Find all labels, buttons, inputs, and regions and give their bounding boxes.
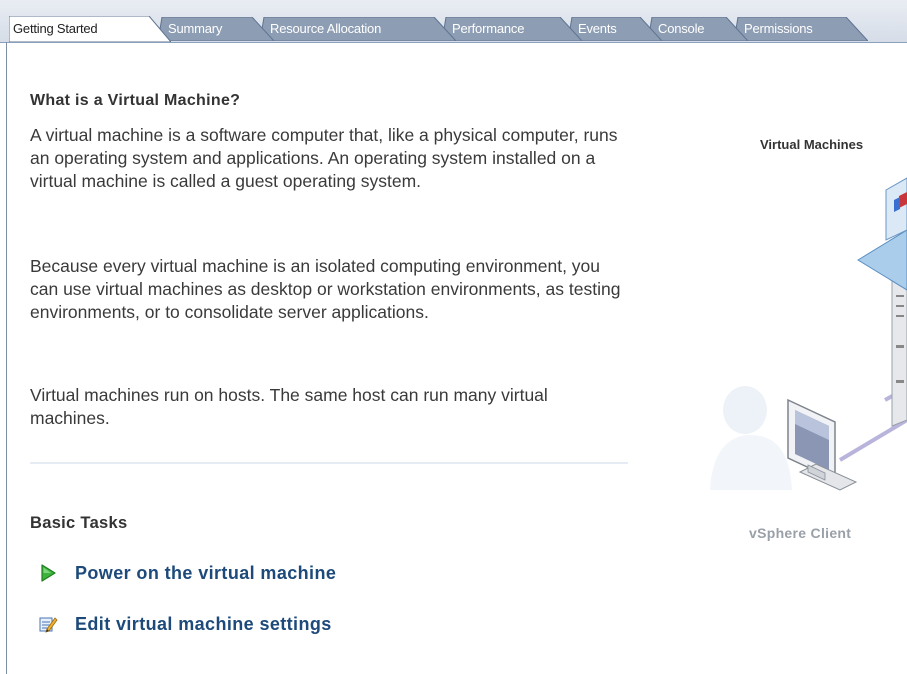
diagram-label-vsphere-client: vSphere Client (749, 525, 852, 541)
page-heading: What is a Virtual Machine? (30, 92, 241, 109)
tab-summary[interactable]: Summary (158, 17, 274, 41)
basic-tasks-heading: Basic Tasks (30, 514, 128, 532)
client-monitor (787, 398, 858, 491)
power-on-icon (41, 564, 56, 582)
tab-strip: Permissions Console Events Performance R… (0, 0, 907, 43)
paragraph-isolation: Because every virtual machine is an isol… (30, 256, 621, 322)
vm-diagram (710, 177, 907, 491)
tab-label: Resource Allocation (270, 21, 382, 36)
tab-events[interactable]: Events (568, 17, 662, 41)
content-border (6, 42, 7, 674)
connection-line (838, 418, 907, 462)
tab-console[interactable]: Console (648, 17, 748, 41)
tab-label: Getting Started (13, 21, 98, 36)
paragraph-definition: A virtual machine is a software computer… (30, 125, 618, 191)
virtual-machine-stack (857, 177, 907, 291)
edit-settings-icon (39, 617, 58, 633)
tab-resource-allocation[interactable]: Resource Allocation (260, 17, 456, 41)
section-divider (30, 462, 628, 464)
tab-performance[interactable]: Performance (442, 17, 582, 41)
tab-permissions[interactable]: Permissions (734, 17, 868, 41)
paragraph-hosts: Virtual machines run on hosts. The same … (30, 385, 548, 428)
tab-getting-started[interactable]: Getting Started (9, 16, 171, 42)
power-on-label: Power on the virtual machine (75, 563, 337, 583)
edit-settings-label: Edit virtual machine settings (75, 614, 332, 634)
user-silhouette (710, 386, 792, 490)
